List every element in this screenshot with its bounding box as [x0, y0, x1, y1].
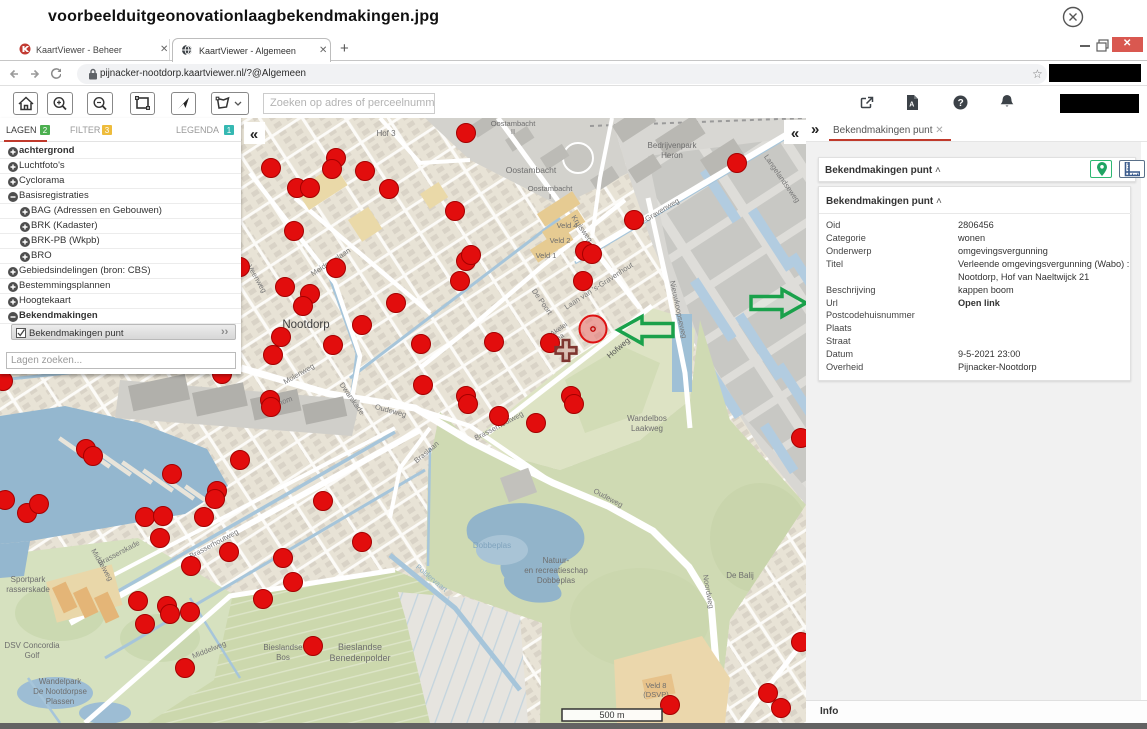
svg-text:?: ?: [958, 98, 964, 109]
svg-text:Wandelpark: Wandelpark: [39, 677, 82, 686]
svg-text:A: A: [909, 102, 914, 109]
svg-text:II: II: [511, 127, 515, 136]
svg-text:Bedrijvenpark: Bedrijvenpark: [648, 141, 698, 150]
svg-text:«: «: [250, 126, 258, 143]
svg-text:DSV Concordia: DSV Concordia: [4, 641, 60, 650]
svg-text:Veld 8: Veld 8: [646, 681, 667, 690]
svg-text:«: «: [791, 125, 799, 142]
svg-text:Bos: Bos: [276, 653, 290, 662]
svg-text:Heron: Heron: [661, 151, 683, 160]
svg-text:De Nootdorpse: De Nootdorpse: [33, 687, 87, 696]
svg-text:Benedenpolder: Benedenpolder: [329, 653, 390, 663]
svg-text:Laakweg: Laakweg: [631, 424, 663, 433]
svg-text:De Balij: De Balij: [726, 571, 754, 580]
svg-text:Plassen: Plassen: [46, 697, 74, 706]
svg-text:500 m: 500 m: [599, 710, 624, 720]
svg-text:I: I: [549, 192, 551, 201]
svg-text:Golf: Golf: [25, 651, 40, 660]
svg-text:Bieslandse: Bieslandse: [263, 643, 303, 652]
svg-text:Dobbeplas: Dobbeplas: [473, 541, 511, 550]
svg-text:Veld 2: Veld 2: [550, 236, 571, 245]
svg-text:rasserskade: rasserskade: [6, 585, 50, 594]
svg-text:Oostambacht: Oostambacht: [506, 165, 557, 175]
svg-text:Nootdorp: Nootdorp: [282, 319, 329, 331]
svg-text:Dobbeplas: Dobbeplas: [537, 576, 575, 585]
svg-text:Sportpark: Sportpark: [11, 575, 47, 584]
svg-text:Wandelbos: Wandelbos: [627, 414, 667, 423]
svg-text:Hof 3: Hof 3: [376, 129, 396, 138]
svg-text:Natuur-: Natuur-: [543, 556, 570, 565]
svg-text:Bieslandse: Bieslandse: [338, 642, 382, 652]
svg-text:en recreatieschap: en recreatieschap: [524, 566, 588, 575]
svg-text:Veld 1: Veld 1: [536, 251, 557, 260]
